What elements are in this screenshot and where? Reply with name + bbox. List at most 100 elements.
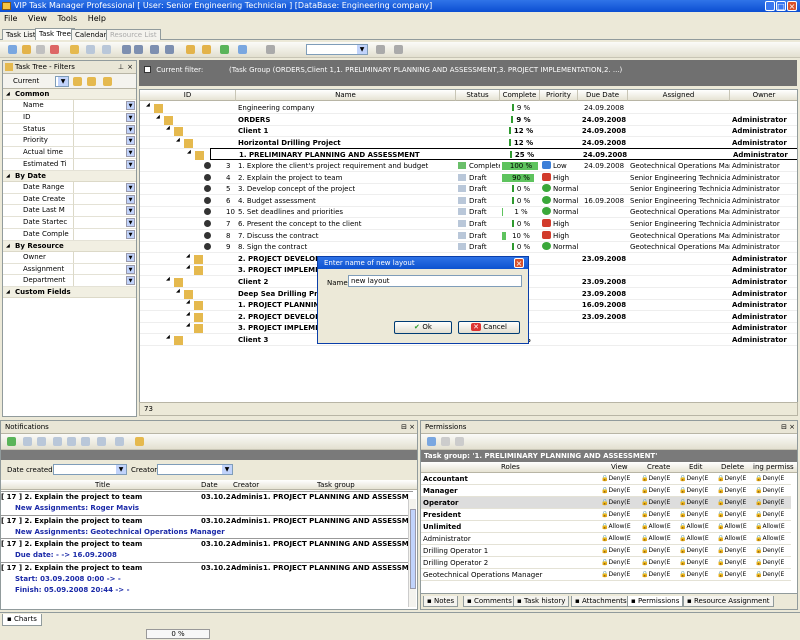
tab-resource-assignment[interactable]: ▪ Resource Assignment [683,596,774,607]
permission-cell[interactable]: 🔒Allow(E [641,533,677,545]
refresh-icon[interactable] [7,437,16,446]
columns-icon[interactable] [115,437,124,446]
filter-field-value[interactable]: ▼ [73,147,136,159]
expand-icon[interactable]: ◢ [186,322,190,328]
expand-icon[interactable]: ◢ [186,299,190,305]
table-row[interactable]: ◢ Horizontal Drilling Project 12 % 24.09.20… [140,137,797,149]
pin-icon[interactable]: ⊥ [118,61,124,74]
expand-icon[interactable]: ◢ [176,137,180,143]
permission-cell[interactable]: 🔒Deny(E [717,509,753,521]
permission-row[interactable]: Accountant 🔒Deny(E 🔒Deny(E 🔒Deny(E 🔒Deny(E 🔒D… [421,473,791,485]
permission-cell[interactable]: 🔒Allow(E [679,533,715,545]
notification-detail[interactable]: Finish: 05.09.2008 20:44 -> - [1,585,413,594]
apply-filter-icon[interactable] [73,77,82,86]
move-down-icon[interactable] [134,45,143,54]
expand-icon[interactable]: ◢ [166,276,170,282]
permission-cell[interactable]: 🔒Deny(E [679,545,715,557]
permission-cell[interactable]: 🔒Deny(E [755,509,791,521]
move-up-icon[interactable] [122,45,131,54]
permission-cell[interactable]: 🔒Deny(E [641,569,677,581]
columns-icon[interactable] [266,45,275,54]
permission-cell[interactable]: 🔒Deny(E [641,485,677,497]
table-row[interactable]: ◢ ORDERS 9 % 24.09.2008 Administrator [140,114,797,126]
notification-item[interactable]: [ 17 ] 2. Explain the project to team 03.… [1,491,413,502]
filter-icon[interactable] [70,45,79,54]
email-icon[interactable] [53,437,62,446]
pin-icon[interactable]: ⊟ [401,421,407,434]
delete-icon[interactable] [50,45,59,54]
permission-cell[interactable]: 🔒Allow(E [601,533,637,545]
notification-item[interactable]: [ 17 ] 2. Explain the project to team 03.… [1,538,413,549]
tab-task-history[interactable]: ▪ Task history [513,596,570,607]
filter-row[interactable]: Assignment ▼ [3,263,136,276]
permission-row[interactable]: Geotechnical Operations Manager 🔒Deny(E 🔒D… [421,569,791,581]
filter-field-value[interactable]: ▼ [73,111,136,123]
filter-section-header[interactable]: ◢ By Resource [3,240,136,252]
dialog-close-button[interactable]: × [514,258,524,268]
expand-icon[interactable]: ◢ [176,288,180,294]
notification-item[interactable]: [ 17 ] 2. Explain the project to team 03.… [1,514,413,526]
filter-row[interactable]: ID ▼ [3,111,136,124]
table-row[interactable]: ◢ Client 1 12 % 24.09.2008 Administrator [140,125,797,138]
tab-attachments[interactable]: ▪ Attachments [571,596,631,607]
column-header-due-date[interactable]: Due Date [578,90,628,101]
save-layout-icon[interactable] [376,45,385,54]
mark-read-icon[interactable] [23,437,32,446]
collapse-icon[interactable]: ◢ [6,241,10,252]
tab-calendar[interactable]: Calendar [71,29,111,40]
table-row[interactable]: 6 4. Budget assessment Draft 0 % Normal 16.09… [140,195,797,207]
permission-cell[interactable]: 🔒Deny(E [679,509,715,521]
filter-row[interactable]: Name ▼ [3,100,136,112]
column-header-priority[interactable]: Priority [540,90,578,101]
new-folder-icon[interactable] [22,45,31,54]
column-header-name[interactable]: Name [236,90,456,101]
permission-cell[interactable]: 🔒Deny(E [755,569,791,581]
permission-cell[interactable]: 🔒Allow(E [755,533,791,545]
cancel-button[interactable]: ✕ Cancel [458,321,520,334]
permission-cell[interactable]: 🔒Deny(E [679,497,715,509]
permission-cell[interactable]: 🔒Deny(E [679,485,715,497]
filter-row[interactable]: Date Create ▼ [3,193,136,206]
settings-icon[interactable] [67,437,76,446]
filter-row[interactable]: Date Startec ▼ [3,217,136,229]
table-row[interactable]: 4 2. Explain the project to team Draft 90 %… [140,172,797,184]
table-row[interactable]: 5 3. Develop concept of the project Draft 0… [140,183,797,196]
notification-detail[interactable]: Due date: - -> 16.09.2008 [1,550,413,561]
notification-detail[interactable]: New Assignments: Roger Mavis [1,503,413,514]
refresh-icon[interactable] [220,45,229,54]
expand-icon[interactable]: ◢ [156,114,160,120]
permission-cell[interactable]: 🔒Deny(E [717,485,753,497]
permission-cell[interactable]: 🔒Deny(E [601,557,637,569]
notification-detail[interactable]: Start: 03.09.2008 0:00 -> - [1,574,413,585]
collapse-icon[interactable]: ◢ [6,287,10,298]
permission-cell[interactable]: 🔒Deny(E [717,473,753,485]
permission-cell[interactable]: 🔒Deny(E [641,545,677,557]
column-header-id[interactable]: ID [140,90,236,101]
tab-comments[interactable]: ▪ Comments [463,596,516,607]
permission-cell[interactable]: 🔒Deny(E [717,557,753,569]
filter-field-value[interactable]: ▼ [73,158,136,170]
layout-name-input[interactable] [348,275,522,287]
permission-cell[interactable]: 🔒Deny(E [601,473,637,485]
permission-cell[interactable]: 🔒Deny(E [755,557,791,569]
expand-icon[interactable]: ◢ [166,125,170,131]
column-header-assigned[interactable]: Assigned [628,90,730,101]
filter-field-value[interactable]: ▼ [73,251,136,263]
close-icon[interactable]: × [409,421,415,434]
close-button[interactable]: × [787,1,797,11]
column-header-complete[interactable]: Complete [500,90,540,101]
filter-field-value[interactable]: ▼ [73,123,136,135]
expand-icon[interactable]: ◢ [166,334,170,340]
collapse-icon[interactable]: ◢ [6,89,10,100]
permission-cell[interactable]: 🔒Deny(E [755,545,791,557]
table-row[interactable]: ◢ Engineering company 9 % 24.09.2008 [140,102,797,114]
print-icon[interactable] [81,437,90,446]
edit-permission-icon[interactable] [441,437,450,446]
permission-cell[interactable]: 🔒Deny(E [755,473,791,485]
permission-cell[interactable]: 🔒Deny(E [717,545,753,557]
filter-section-header[interactable]: ◢ Custom Fields [3,287,136,299]
mark-unread-icon[interactable] [37,437,46,446]
indent-icon[interactable] [150,45,159,54]
expand-icon[interactable]: ◢ [186,311,190,317]
outdent-icon[interactable] [165,45,174,54]
